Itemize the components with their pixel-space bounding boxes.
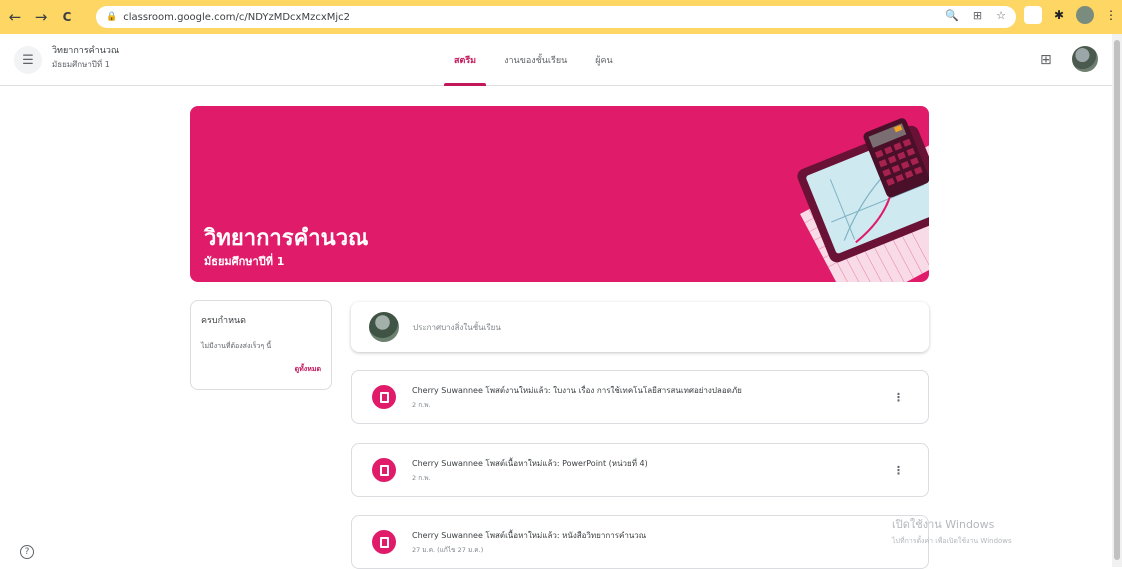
stream-post-date: 2 ก.พ. — [412, 401, 431, 409]
tab-stream[interactable]: สตรีม — [440, 34, 490, 86]
upcoming-body: ไม่มีงานที่ต้องส่งเร็วๆ นี้ — [201, 342, 272, 350]
stream-post[interactable]: Cherry Suwannee โพสต์เนื้อหาใหม่แล้ว: Po… — [351, 443, 929, 497]
windows-activation-watermark: เปิดใช้งาน Windows ไปที่การตั้งค่า เพื่อ… — [892, 515, 1012, 547]
stream-post[interactable]: Cherry Suwannee โพสต์เนื้อหาใหม่แล้ว: หน… — [351, 515, 929, 569]
material-icon — [372, 458, 396, 482]
view-all-link[interactable]: ดูทั้งหมด — [201, 364, 321, 375]
watermark-line2: ไปที่การตั้งค่า เพื่อเปิดใช้งาน Windows — [892, 537, 1012, 545]
upcoming-heading: ครบกำหนด — [201, 316, 246, 326]
material-icon — [372, 530, 396, 554]
extension-slot[interactable] — [1024, 6, 1042, 24]
stream-post-date: 27 ม.ค. (แก้ไข 27 ม.ค.) — [412, 546, 484, 554]
header-class-info[interactable]: วิทยาการคำนวณ มัธยมศึกษาปีที่ 1 — [52, 45, 119, 71]
tab-people-label: ผู้คน — [595, 56, 613, 66]
reload-button[interactable]: C — [56, 6, 78, 28]
stream-post-title: Cherry Suwannee โพสต์เนื้อหาใหม่แล้ว: หน… — [412, 531, 647, 540]
forward-arrow-icon: → — [34, 8, 48, 26]
stream-post-date: 2 ก.พ. — [412, 474, 431, 482]
more-options-icon[interactable]: ⋮ — [893, 391, 904, 404]
account-avatar[interactable] — [1072, 46, 1098, 72]
zoom-icon[interactable]: 🔍 — [945, 9, 959, 22]
tab-classwork-label: งานของชั้นเรียน — [504, 56, 568, 66]
address-bar[interactable]: 🔒 classroom.google.com/c/NDYzMDcxMzcxMjc… — [96, 6, 1016, 28]
reload-icon: C — [62, 10, 72, 24]
banner-class-section: มัธยมศึกษาปีที่ 1 — [204, 255, 285, 268]
tab-people[interactable]: ผู้คน — [581, 34, 626, 86]
tab-classwork[interactable]: งานของชั้นเรียน — [490, 34, 581, 86]
banner-class-title[interactable]: วิทยาการคำนวณ — [204, 220, 368, 255]
announcement-placeholder: ประกาศบางสิ่งในชั้นเรียน — [413, 322, 501, 332]
assignment-icon — [372, 385, 396, 409]
class-banner: วิทยาการคำนวณ มัธยมศึกษาปีที่ 1 — [190, 106, 929, 282]
browser-toolbar: ← → C 🔒 classroom.google.com/c/NDYzMDcxM… — [0, 0, 1122, 34]
google-apps-grid-icon[interactable]: ⊞ — [1040, 52, 1052, 68]
more-options-icon[interactable]: ⋮ — [893, 464, 904, 477]
bookmark-star-icon[interactable]: ☆ — [996, 9, 1006, 22]
tab-stream-label: สตรีม — [454, 56, 477, 66]
upcoming-card: ครบกำหนด ไม่มีงานที่ต้องส่งเร็วๆ นี้ ดูท… — [190, 300, 332, 390]
header-class-section: มัธยมศึกษาปีที่ 1 — [52, 60, 110, 69]
banner-illustration — [797, 118, 929, 282]
hamburger-menu-icon[interactable]: ☰ — [14, 46, 42, 74]
watermark-line1: เปิดใช้งาน Windows — [892, 518, 995, 531]
back-arrow-icon: ← — [8, 8, 22, 26]
user-avatar — [369, 312, 399, 342]
extensions-puzzle-icon[interactable]: ✱ — [1050, 6, 1068, 24]
stream-post[interactable]: Cherry Suwannee โพสต์งานใหม่แล้ว: ใบงาน … — [351, 370, 929, 424]
profile-avatar-icon[interactable] — [1076, 6, 1094, 24]
install-app-icon[interactable]: ⊞ — [973, 9, 982, 22]
back-button[interactable]: ← — [4, 6, 26, 28]
url-text: classroom.google.com/c/NDYzMDcxMzcxMjc2 — [123, 11, 351, 23]
stream-post-title: Cherry Suwannee โพสต์เนื้อหาใหม่แล้ว: Po… — [412, 459, 648, 468]
classroom-header: ☰ วิทยาการคำนวณ มัธยมศึกษาปีที่ 1 สตรีม … — [0, 34, 1112, 86]
lock-icon: 🔒 — [106, 12, 118, 22]
forward-button[interactable]: → — [30, 6, 52, 28]
browser-menu-icon[interactable]: ⋮ — [1102, 6, 1120, 24]
scrollbar-thumb[interactable] — [1114, 40, 1120, 560]
tab-bar: สตรีม งานของชั้นเรียน ผู้คน — [440, 34, 627, 86]
help-icon[interactable]: ? — [20, 545, 34, 559]
announcement-composer[interactable]: ประกาศบางสิ่งในชั้นเรียน — [351, 302, 929, 352]
stream-post-title: Cherry Suwannee โพสต์งานใหม่แล้ว: ใบงาน … — [412, 386, 742, 395]
header-class-name: วิทยาการคำนวณ — [52, 46, 120, 56]
